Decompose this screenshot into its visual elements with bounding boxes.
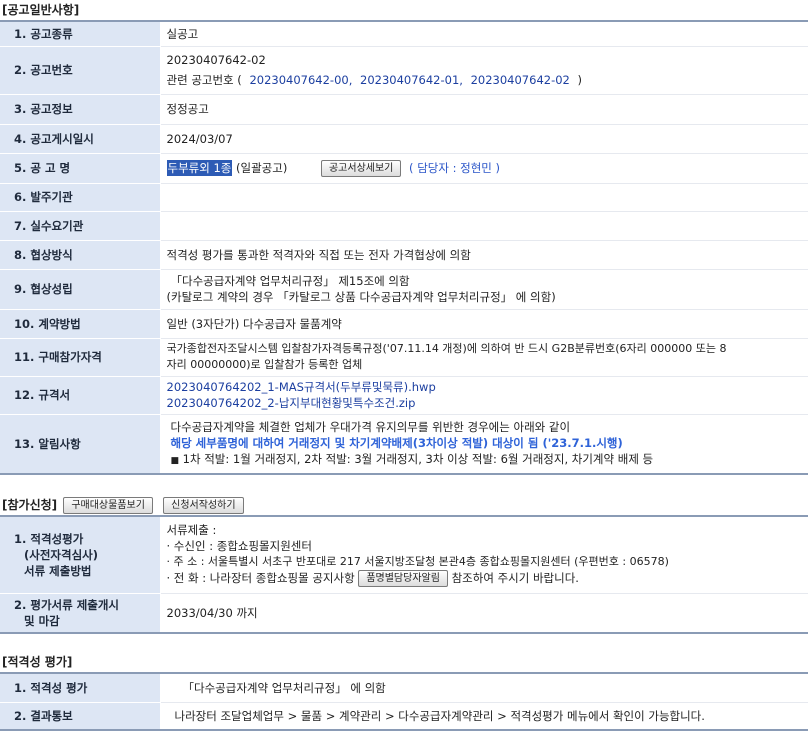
submission-line-2: · 수신인 : 종합쇼핑몰지원센터: [166, 539, 312, 554]
row-submission-method: 1. 적격성평가 (사전자격심사) 서류 제출방법 서류제출 : · 수신인 :…: [0, 517, 808, 594]
row-eligibility-eval: 1. 적격성 평가 「다수공급자계약 업무처리규정」 에 의함: [0, 674, 808, 703]
submission-line-1: 서류제출 :: [166, 523, 217, 538]
alert-line-3: ■ 1차 적발: 1월 거래정지, 2차 적발: 3월 거래정지, 3차 이상 …: [171, 451, 803, 469]
value-result-notice: 나라장터 조달업체업무 > 물품 > 계약관리 > 다수공급자계약관리 > 적격…: [160, 702, 808, 731]
submission-phone-suffix: 참조하여 주시기 바랍니다.: [451, 571, 579, 586]
related-notice-link-1[interactable]: 20230407642-00,: [249, 73, 352, 87]
view-items-button[interactable]: 구매대상물품보기: [63, 497, 153, 514]
value-submission-deadline: 2033/04/30 까지: [160, 593, 808, 634]
submission-phone-prefix: · 전 화 : 나라장터 종합쇼핑몰 공지사항: [166, 571, 355, 586]
spec-file-link-2[interactable]: 2023040764202_2-납지부대현황및특수조건.zip: [167, 395, 803, 411]
square-bullet-icon: ■: [170, 455, 180, 466]
qualification-line-1: 국가종합전자조달시스템 입찰참가자격등록규정('07.11.14 개정)에 의하…: [166, 342, 727, 355]
establish-line-2: (카탈로그 계약의 경우 「카탈로그 상품 다수공급자계약 업무처리규정」 에 …: [166, 290, 556, 304]
row-qualification: 11. 구매참가자격 국가종합전자조달시스템 입찰참가자격등록규정('07.11…: [0, 338, 808, 377]
label-deadline-2: 및 마감: [24, 613, 60, 628]
value-notice-name: 두부류외 1종 (일괄공고) 공고서상세보기 ( 담당자 : 정현민 ): [160, 153, 808, 184]
label-submission-deadline: 2. 평가서류 제출개시 및 마감: [0, 593, 161, 634]
value-eligibility-eval: 「다수공급자계약 업무처리규정」 에 의함: [160, 674, 808, 703]
value-negotiation-establish: 「다수공급자계약 업무처리규정」 제15조에 의함 (카탈로그 계약의 경우 「…: [160, 269, 808, 310]
row-negotiation-method: 8. 협상방식 적격성 평가를 통과한 적격자와 직접 또는 전자 가격협상에 …: [0, 240, 808, 270]
label-contract-method: 10. 계약방법: [0, 309, 161, 339]
evaluation-table: 1. 적격성 평가 「다수공급자계약 업무처리규정」 에 의함 2. 결과통보 …: [0, 674, 808, 731]
value-ordering-org: [160, 183, 808, 212]
row-spec: 12. 규격서 2023040764202_1-MAS규격서(두부류및묵류).h…: [0, 376, 808, 415]
value-notice-date: 2024/03/07: [160, 124, 808, 154]
value-demand-org: [160, 211, 808, 241]
participation-table: 1. 적격성평가 (사전자격심사) 서류 제출방법 서류제출 : · 수신인 :…: [0, 517, 808, 634]
submission-line-3: · 주 소 : 서울특별시 서초구 반포대로 217 서울지방조달청 본관4층 …: [166, 555, 669, 569]
label-negotiation-establish: 9. 협상성립: [0, 269, 161, 310]
related-notice-link-2[interactable]: 20230407642-01,: [360, 73, 463, 87]
value-notice-alert: 다수공급자계약을 체결한 업체가 우대가격 유지의무를 위반한 경우에는 아래와…: [160, 414, 808, 475]
notice-number: 20230407642-02: [166, 53, 266, 67]
row-notice-name: 5. 공 고 명 두부류외 1종 (일괄공고) 공고서상세보기 ( 담당자 : …: [0, 153, 808, 184]
value-contract-method: 일반 (3자단가) 다수공급자 물품계약: [160, 309, 808, 339]
general-info-table: 1. 공고종류 실공고 2. 공고번호 20230407642-02 관련 공고…: [0, 22, 808, 475]
notice-detail-button[interactable]: 공고서상세보기: [320, 159, 402, 177]
value-notice-number: 20230407642-02 관련 공고번호 ( 20230407642-00,…: [160, 46, 808, 95]
alert-line-2: 해당 세부품명에 대하여 거래정지 및 차기계약배제(3차이상 적발) 대상이 …: [170, 435, 623, 450]
label-notice-number: 2. 공고번호: [0, 46, 161, 95]
value-notice-type: 실공고: [160, 22, 808, 47]
label-submission-1: 1. 적격성평가: [14, 531, 84, 546]
label-submission-3: 서류 제출방법: [24, 563, 92, 578]
row-notice-alert: 13. 알림사항 다수공급자계약을 체결한 업체가 우대가격 유지의무를 위반한…: [0, 414, 808, 475]
label-notice-info: 3. 공고정보: [0, 94, 161, 125]
label-result-notice: 2. 결과통보: [0, 702, 161, 731]
row-notice-date: 4. 공고게시일시 2024/03/07: [0, 124, 808, 154]
related-suffix: ): [577, 73, 583, 87]
row-notice-type: 1. 공고종류 실공고: [0, 22, 808, 47]
row-negotiation-establish: 9. 협상성립 「다수공급자계약 업무처리규정」 제15조에 의함 (카탈로그 …: [0, 269, 808, 310]
qualification-line-2: 자리 00000000)로 입찰참가 등록한 업체: [166, 358, 363, 371]
alert-line-3-text: 1차 적발: 1월 거래정지, 2차 적발: 3월 거래정지, 3차 이상 적발…: [182, 451, 654, 466]
spec-file-link-1[interactable]: 2023040764202_1-MAS규격서(두부류및묵류).hwp: [167, 379, 803, 395]
row-notice-info: 3. 공고정보 정정공고: [0, 94, 808, 125]
label-eligibility-eval: 1. 적격성 평가: [0, 674, 161, 703]
participation-section-title: [참가신청] 구매대상물품보기 신청서작성하기: [0, 495, 808, 517]
value-qualification: 국가종합전자조달시스템 입찰참가자격등록규정('07.11.14 개정)에 의하…: [160, 338, 808, 377]
row-demand-org: 7. 실수요기관: [0, 211, 808, 241]
label-ordering-org: 6. 발주기관: [0, 183, 161, 212]
write-application-button[interactable]: 신청서작성하기: [163, 497, 244, 514]
label-negotiation-method: 8. 협상방식: [0, 240, 161, 270]
submission-line-4: · 전 화 : 나라장터 종합쇼핑몰 공지사항 품명별담당자알림 참조하여 주시…: [166, 570, 803, 588]
label-notice-date: 4. 공고게시일시: [0, 124, 161, 154]
label-notice-type: 1. 공고종류: [0, 22, 161, 47]
item-manager-notice-button[interactable]: 품명별담당자알림: [358, 570, 448, 588]
row-ordering-org: 6. 발주기관: [0, 183, 808, 212]
label-demand-org: 7. 실수요기관: [0, 211, 161, 241]
label-deadline-1: 2. 평가서류 제출개시: [14, 597, 120, 612]
notice-name-highlight: 두부류외 1종: [166, 159, 233, 176]
label-spec: 12. 규격서: [0, 376, 161, 415]
establish-line-1: 「다수공급자계약 업무처리규정」 제15조에 의함: [170, 274, 410, 288]
notice-name-suffix: (일괄공고): [236, 160, 288, 175]
related-prefix: 관련 공고번호 (: [166, 73, 242, 87]
row-notice-number: 2. 공고번호 20230407642-02 관련 공고번호 ( 2023040…: [0, 46, 808, 95]
label-qualification: 11. 구매참가자격: [0, 338, 161, 377]
general-section-title: [공고일반사항]: [0, 0, 808, 22]
value-submission-method: 서류제출 : · 수신인 : 종합쇼핑몰지원센터 · 주 소 : 서울특별시 서…: [160, 517, 808, 594]
value-spec: 2023040764202_1-MAS규격서(두부류및묵류).hwp 20230…: [160, 376, 808, 415]
row-submission-deadline: 2. 평가서류 제출개시 및 마감 2033/04/30 까지: [0, 593, 808, 634]
row-result-notice: 2. 결과통보 나라장터 조달업체업무 > 물품 > 계약관리 > 다수공급자계…: [0, 702, 808, 731]
notice-manager: ( 담당자 : 정현민 ): [409, 160, 500, 175]
label-submission-method: 1. 적격성평가 (사전자격심사) 서류 제출방법: [0, 517, 161, 594]
row-contract-method: 10. 계약방법 일반 (3자단가) 다수공급자 물품계약: [0, 309, 808, 339]
value-negotiation-method: 적격성 평가를 통과한 적격자와 직접 또는 전자 가격협상에 의함: [160, 240, 808, 270]
alert-line-1: 다수공급자계약을 체결한 업체가 우대가격 유지의무를 위반한 경우에는 아래와…: [170, 419, 571, 434]
related-notices: 관련 공고번호 ( 20230407642-00, 20230407642-01…: [167, 72, 803, 88]
evaluation-section-title: [적격성 평가]: [0, 652, 808, 674]
value-notice-info: 정정공고: [160, 94, 808, 125]
participation-title-text: [참가신청]: [2, 498, 58, 512]
label-notice-name: 5. 공 고 명: [0, 153, 161, 184]
related-notice-link-3[interactable]: 20230407642-02: [471, 73, 570, 87]
label-notice-alert: 13. 알림사항: [0, 414, 161, 475]
label-submission-2: (사전자격심사): [24, 547, 98, 562]
